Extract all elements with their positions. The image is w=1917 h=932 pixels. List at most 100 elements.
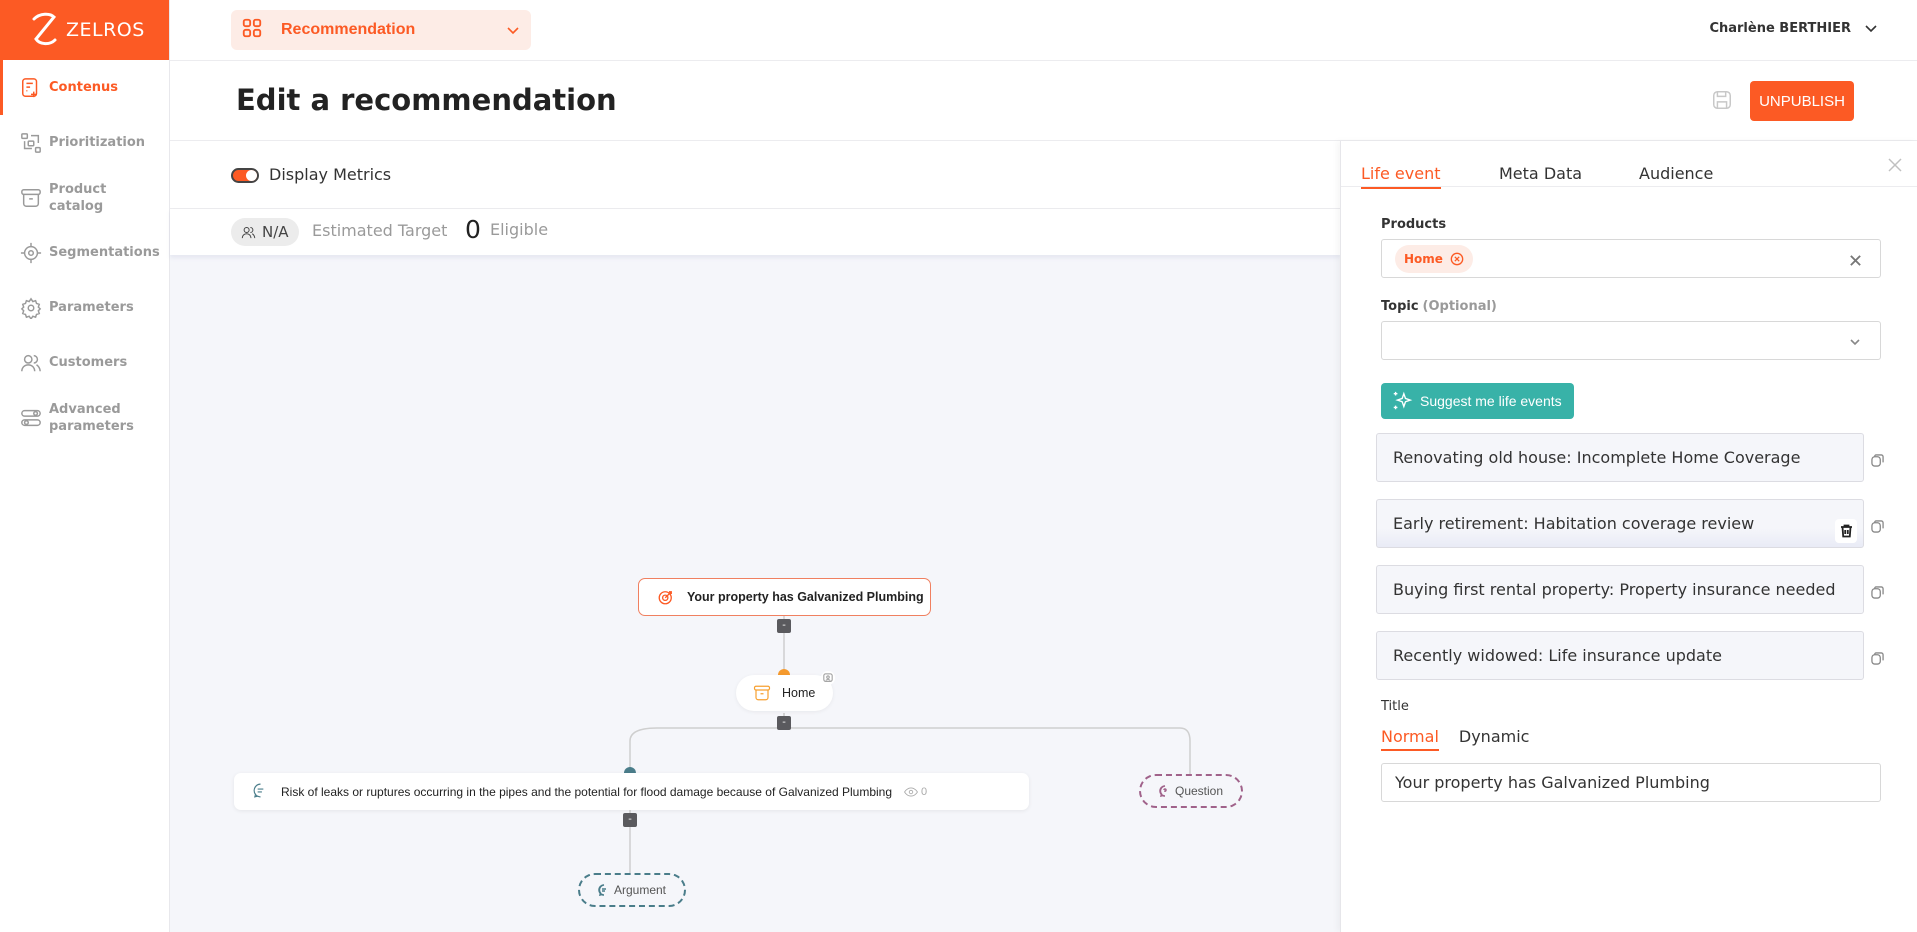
close-icon: [1850, 255, 1861, 266]
views-count-value: 0: [921, 785, 928, 798]
sidebar-item-prioritization[interactable]: Prioritization: [0, 115, 169, 170]
eligible-label: Eligible: [490, 220, 549, 239]
product-badge[interactable]: [821, 671, 835, 685]
life-event-item[interactable]: Buying first rental property: Property i…: [1376, 565, 1864, 614]
sidebar-item-product-catalog[interactable]: Product catalog: [0, 170, 169, 225]
suggest-life-events-button[interactable]: Suggest me life events: [1381, 383, 1574, 419]
panel-tabs: Life event Meta Data Audience: [1341, 141, 1917, 189]
target-icon: [19, 241, 43, 265]
grid-icon: [241, 17, 263, 43]
copy-icon: [1871, 520, 1884, 533]
content-add-icon: [19, 76, 43, 100]
products-input[interactable]: Home: [1381, 239, 1881, 278]
chat-bubble-icon: [252, 782, 281, 802]
add-argument-label: Argument: [613, 883, 667, 897]
delete-life-event-button[interactable]: [1835, 519, 1857, 543]
chevron-down-icon: [1848, 334, 1862, 353]
topic-optional: (Optional): [1422, 299, 1497, 314]
estimated-target-label: Estimated Target: [312, 221, 448, 240]
prioritization-icon: [19, 131, 43, 155]
remove-chip-icon[interactable]: [1450, 252, 1464, 266]
add-argument-node[interactable]: Argument: [578, 873, 686, 907]
life-event-text: Buying first rental property: Property i…: [1393, 580, 1836, 599]
title-input[interactable]: [1381, 763, 1881, 802]
estimated-target-badge: N/A: [231, 218, 299, 246]
trash-icon: [1840, 524, 1852, 538]
question-bubble-icon: [1159, 785, 1167, 797]
copy-icon: [1871, 454, 1884, 467]
archive-box-icon: [753, 685, 771, 701]
close-panel-button[interactable]: [1887, 157, 1903, 177]
collapse-button[interactable]: -: [623, 813, 637, 827]
product-node-home[interactable]: Home: [736, 675, 833, 711]
chat-bubble-icon: [598, 884, 606, 896]
flow-canvas[interactable]: Display Metrics N/A Estimated Target 0 E…: [170, 141, 1340, 932]
life-event-item[interactable]: Early retirement: Habitation coverage re…: [1376, 499, 1864, 548]
add-question-node[interactable]: Question: [1139, 774, 1243, 808]
user-badge-icon: [823, 673, 833, 682]
products-label: Products: [1381, 217, 1447, 232]
chevron-down-icon: [505, 22, 521, 42]
sidebar-item-label: Parameters: [49, 300, 134, 315]
collapse-button[interactable]: -: [777, 619, 791, 633]
copy-button[interactable]: [1871, 584, 1885, 599]
save-icon: [1713, 91, 1731, 109]
argument-node-text: Risk of leaks or ruptures occurring in t…: [281, 784, 893, 799]
flow-edges: [629, 616, 1191, 873]
product-node-label: Home: [782, 686, 816, 700]
user-menu[interactable]: Charlène BERTHIER: [1709, 20, 1879, 36]
estimation-bar: N/A Estimated Target 0 Eligible: [170, 209, 1340, 255]
copy-button[interactable]: [1871, 650, 1885, 665]
topic-select[interactable]: [1381, 321, 1881, 360]
copy-button[interactable]: [1871, 518, 1885, 533]
metrics-bar: Display Metrics: [170, 141, 1340, 209]
life-event-item[interactable]: Renovating old house: Incomplete Home Co…: [1376, 433, 1864, 482]
copy-icon: [1871, 652, 1884, 665]
clear-products-button[interactable]: [1849, 252, 1862, 271]
sidebar-item-label: Prioritization: [49, 135, 146, 150]
module-select[interactable]: Recommendation: [231, 10, 531, 50]
copy-icon: [1871, 586, 1884, 599]
sidebar-item-parameters[interactable]: Parameters: [0, 280, 169, 335]
tab-audience[interactable]: Audience: [1639, 164, 1713, 187]
sparkles-icon: [1393, 391, 1413, 410]
sidebar-item-segmentations[interactable]: Segmentations: [0, 225, 169, 280]
estimated-target-value: N/A: [262, 223, 289, 241]
views-count: 0: [904, 785, 927, 799]
logo[interactable]: ZELROS: [0, 0, 169, 60]
sidebar-item-customers[interactable]: Customers: [0, 335, 169, 390]
add-question-label: Question: [1174, 784, 1224, 798]
sidebar-item-label: Advanced parameters: [49, 401, 134, 434]
sidebar-item-label: Customers: [49, 355, 128, 370]
tab-life-event[interactable]: Life event: [1361, 164, 1441, 189]
side-panel: Life event Meta Data Audience Products H…: [1340, 141, 1917, 932]
title-bar: Edit a recommendation UNPUBLISH: [170, 61, 1917, 141]
gear-icon: [19, 296, 43, 320]
sidebar-item-contenus[interactable]: Contenus: [0, 60, 169, 115]
life-event-item[interactable]: Recently widowed: Life insurance update: [1376, 631, 1864, 680]
close-icon: [1888, 158, 1902, 172]
recommendation-node[interactable]: Your property has Galvanized Plumbing: [638, 578, 931, 616]
sidebar: ZELROS Contenus Prioritization Product c…: [0, 0, 170, 932]
collapse-button[interactable]: -: [777, 716, 791, 730]
save-button[interactable]: [1711, 89, 1735, 113]
tab-title-dynamic[interactable]: Dynamic: [1459, 727, 1530, 751]
users-icon: [19, 351, 43, 375]
life-event-text: Early retirement: Habitation coverage re…: [1393, 514, 1755, 533]
brand-name: ZELROS: [66, 19, 145, 41]
title-label: Title: [1381, 699, 1409, 714]
display-metrics-toggle[interactable]: [231, 168, 259, 183]
copy-button[interactable]: [1871, 452, 1885, 467]
title-mode-tabs: Normal Dynamic: [1381, 727, 1549, 751]
tab-meta-data[interactable]: Meta Data: [1499, 164, 1582, 187]
sidebar-item-label: Product catalog: [49, 181, 107, 214]
eye-icon: [904, 786, 918, 797]
product-chip-home: Home: [1395, 245, 1473, 273]
tab-title-normal[interactable]: Normal: [1381, 727, 1439, 751]
unpublish-button[interactable]: UNPUBLISH: [1750, 81, 1854, 121]
argument-node[interactable]: Risk of leaks or ruptures occurring in t…: [234, 773, 1029, 810]
sidebar-item-advanced-parameters[interactable]: Advanced parameters: [0, 390, 169, 445]
life-event-text: Recently widowed: Life insurance update: [1393, 646, 1722, 665]
page-title: Edit a recommendation: [236, 83, 617, 117]
sidebar-item-label: Contenus: [49, 80, 119, 95]
